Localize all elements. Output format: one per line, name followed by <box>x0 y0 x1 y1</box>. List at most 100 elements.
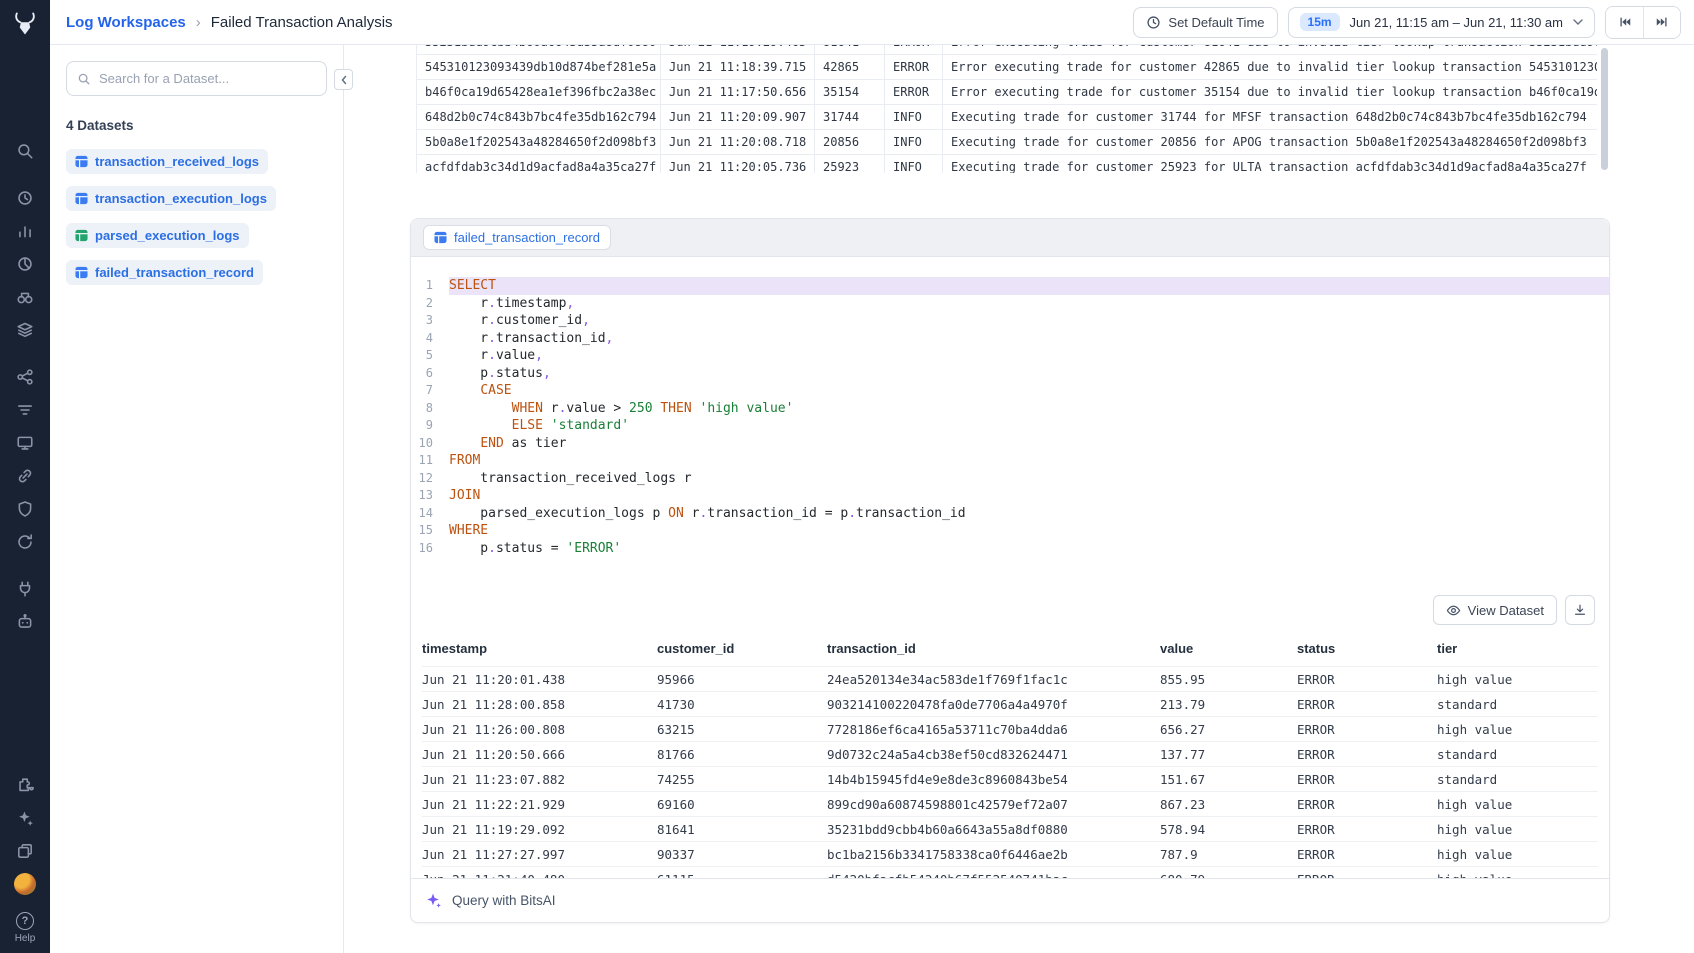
sql-line: 12 transaction_received_logs r <box>411 470 1609 488</box>
dataset-chip-transaction_received_logs[interactable]: transaction_received_logs <box>66 149 268 174</box>
nav-rail: ? Help <box>0 0 50 953</box>
plug-icon[interactable] <box>8 572 42 605</box>
line-number: 15 <box>411 522 449 540</box>
filter-icon[interactable] <box>8 393 42 426</box>
user-avatar[interactable] <box>8 867 42 900</box>
sparkles-icon[interactable] <box>8 801 42 834</box>
time-range-text: Jun 21, 11:15 am – Jun 21, 11:30 am <box>1350 15 1563 30</box>
layers-icon[interactable] <box>8 313 42 346</box>
view-dataset-button[interactable]: View Dataset <box>1433 595 1557 625</box>
table-icon <box>434 231 447 244</box>
app-logo[interactable] <box>0 0 50 48</box>
dataset-chip-transaction_execution_logs[interactable]: transaction_execution_logs <box>66 186 276 211</box>
share-nodes-icon[interactable] <box>8 360 42 393</box>
main-panel: 35231bdd9cbb4b60a6643a55a8df0880Jun 21 1… <box>344 45 1694 953</box>
line-number: 11 <box>411 452 449 470</box>
line-number: 16 <box>411 540 449 558</box>
column-header-customer_id[interactable]: customer_id <box>657 641 827 656</box>
results-table: timestampcustomer_idtransaction_idvalues… <box>411 635 1609 878</box>
datasets-count-label: 4 Datasets <box>66 118 327 133</box>
breadcrumb-log-workspaces-link[interactable]: Log Workspaces <box>66 14 186 31</box>
monitor-icon[interactable] <box>8 426 42 459</box>
set-default-time-button[interactable]: Set Default Time <box>1133 7 1277 38</box>
line-number: 5 <box>411 347 449 365</box>
column-header-timestamp[interactable]: timestamp <box>422 641 657 656</box>
binoculars-icon[interactable] <box>8 280 42 313</box>
shield-icon[interactable] <box>8 492 42 525</box>
collapse-sidebar-button[interactable] <box>334 69 353 90</box>
line-number: 4 <box>411 330 449 348</box>
log-row[interactable]: 5b0a8e1f202543a48284650f2d098bf3Jun 21 1… <box>416 130 1597 155</box>
skip-forward-icon <box>1655 15 1669 29</box>
line-number: 3 <box>411 312 449 330</box>
line-number: 7 <box>411 382 449 400</box>
query-card: failed_transaction_record 1SELECT2 r.tim… <box>410 218 1610 923</box>
breadcrumb-separator: › <box>196 14 201 31</box>
dataset-chip-label: failed_transaction_record <box>95 265 254 280</box>
line-number: 10 <box>411 435 449 453</box>
line-number: 14 <box>411 505 449 523</box>
result-row[interactable]: Jun 21 11:20:01.4389596624ea520134e34ac5… <box>422 666 1598 691</box>
history-icon[interactable] <box>8 181 42 214</box>
result-row[interactable]: Jun 21 11:23:07.8827425514b4b15945fd4e9e… <box>422 766 1598 791</box>
dataset-chip-parsed_execution_logs[interactable]: parsed_execution_logs <box>66 223 249 248</box>
page: Log Workspaces › Failed Transaction Anal… <box>50 0 1694 953</box>
clock-refresh-icon[interactable] <box>8 525 42 558</box>
log-row[interactable]: b46f0ca19d65428ea1ef396fbc2a38ecJun 21 1… <box>416 80 1597 105</box>
table-icon <box>75 266 88 279</box>
dataset-search-input[interactable] <box>99 71 316 86</box>
dataset-chip-label: transaction_received_logs <box>95 154 259 169</box>
skip-back-button[interactable] <box>1606 7 1643 38</box>
log-row[interactable]: 648d2b0c74c843b7bc4fe35db162c794Jun 21 1… <box>416 105 1597 130</box>
table-icon <box>75 229 88 242</box>
content: 4 Datasets transaction_received_logstran… <box>50 45 1694 953</box>
sql-line: 8 WHEN r.value > 250 THEN 'high value' <box>411 400 1609 418</box>
dataset-chip-label: failed_transaction_record <box>454 230 600 245</box>
sql-editor[interactable]: 1SELECT2 r.timestamp,3 r.customer_id,4 r… <box>411 257 1609 583</box>
column-header-status[interactable]: status <box>1297 641 1437 656</box>
help-button[interactable]: ? Help <box>15 912 36 953</box>
avatar <box>14 873 36 895</box>
sparkle-icon <box>425 892 442 909</box>
result-row[interactable]: Jun 21 11:21:40.48061115d5420bfacfb54240… <box>422 866 1598 878</box>
log-row[interactable]: 545310123093439db10d874bef281e5aJun 21 1… <box>416 55 1597 80</box>
result-row[interactable]: Jun 21 11:20:50.666817669d0732c24a5a4cb3… <box>422 741 1598 766</box>
pie-chart-icon[interactable] <box>8 247 42 280</box>
copy-windows-icon[interactable] <box>8 834 42 867</box>
skip-forward-button[interactable] <box>1643 7 1680 38</box>
time-range-picker[interactable]: 15m Jun 21, 11:15 am – Jun 21, 11:30 am <box>1288 7 1595 38</box>
sql-line: 16 p.status = 'ERROR' <box>411 540 1609 558</box>
log-row[interactable]: acfdfdab3c34d1d9acfad8a4a35ca27fJun 21 1… <box>416 155 1597 173</box>
result-row[interactable]: Jun 21 11:22:21.92969160899cd90a60874598… <box>422 791 1598 816</box>
time-skip-group <box>1605 6 1681 39</box>
result-row[interactable]: Jun 21 11:19:29.0928164135231bdd9cbb4b60… <box>422 816 1598 841</box>
results-table-body: Jun 21 11:20:01.4389596624ea520134e34ac5… <box>422 666 1598 878</box>
log-row[interactable]: 35231bdd9cbb4b60a6643a55a8df0880Jun 21 1… <box>416 45 1597 55</box>
dataset-chip-failed_transaction_record[interactable]: failed_transaction_record <box>66 260 263 285</box>
column-header-value[interactable]: value <box>1160 641 1297 656</box>
line-number: 2 <box>411 295 449 313</box>
download-icon <box>1573 603 1587 617</box>
sql-line: 7 CASE <box>411 382 1609 400</box>
result-row[interactable]: Jun 21 11:26:00.808632157728186ef6ca4165… <box>422 716 1598 741</box>
bar-chart-icon[interactable] <box>8 214 42 247</box>
bitsai-footer[interactable]: Query with BitsAI <box>411 878 1609 922</box>
puzzle-icon[interactable] <box>8 768 42 801</box>
result-row[interactable]: Jun 21 11:28:00.85841730903214100220478f… <box>422 691 1598 716</box>
column-header-tier[interactable]: tier <box>1437 641 1598 656</box>
breadcrumb: Log Workspaces › Failed Transaction Anal… <box>66 14 393 31</box>
column-header-transaction_id[interactable]: transaction_id <box>827 641 1160 656</box>
topbar: Log Workspaces › Failed Transaction Anal… <box>50 0 1694 45</box>
dataset-list: transaction_received_logs transaction_exe… <box>66 149 327 285</box>
result-row[interactable]: Jun 21 11:27:27.99790337bc1ba2156b334175… <box>422 841 1598 866</box>
link-icon[interactable] <box>8 459 42 492</box>
rail-bottom-group: ? Help <box>8 768 42 953</box>
search-icon[interactable] <box>8 134 42 167</box>
chevron-left-icon <box>339 74 349 86</box>
log-preview-scrollbar[interactable] <box>1601 48 1608 170</box>
chevron-down-icon <box>1573 19 1583 25</box>
bot-icon[interactable] <box>8 605 42 638</box>
dataset-chip-failed-transaction-record[interactable]: failed_transaction_record <box>423 225 611 250</box>
view-dataset-label: View Dataset <box>1468 603 1544 618</box>
download-button[interactable] <box>1565 595 1595 625</box>
